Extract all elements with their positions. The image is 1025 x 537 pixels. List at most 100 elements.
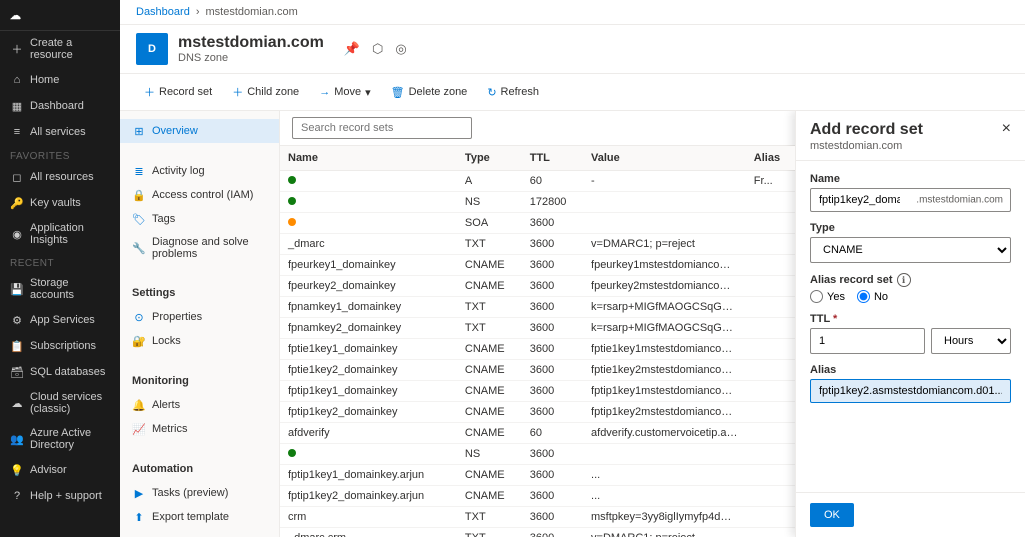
sidebar-item-sql-databases[interactable]: 🗃 SQL databases <box>0 359 120 385</box>
cell-name: fptie1key2_domainkey <box>280 360 457 381</box>
table-row[interactable]: fpnamkey2_domainkey TXT 3600 k=rsarp+MIG… <box>280 318 795 339</box>
nav-item-properties[interactable]: ⊙ Properties <box>120 305 279 329</box>
cell-type: CNAME <box>457 423 522 444</box>
move-button[interactable]: → Move ▾ <box>311 82 378 103</box>
record-name: fptip1key1_domainkey <box>288 385 397 397</box>
table-row[interactable]: crm TXT 3600 msftpkey=3yy8iglIymyfp4dwsq… <box>280 507 795 528</box>
nav-item-overview[interactable]: ⊞ Overview <box>120 119 279 143</box>
table-row[interactable]: fpnamkey1_domainkey TXT 3600 k=rsarp+MIG… <box>280 297 795 318</box>
search-records-input[interactable] <box>292 117 472 139</box>
cell-value: fptie1key1mstestdomiancom.d0... <box>583 339 746 360</box>
cell-type: SOA <box>457 213 522 234</box>
sidebar-item-subscriptions[interactable]: 📋 Subscriptions <box>0 333 120 359</box>
table-row[interactable]: fptie1key2_domainkey CNAME 3600 fptie1ke… <box>280 360 795 381</box>
table-row[interactable]: fpeurkey1_domainkey CNAME 3600 fpeurkey1… <box>280 255 795 276</box>
overview-icon: ⊞ <box>132 124 146 138</box>
alias-record-set-group: Alias record set ℹ Yes No <box>810 273 1011 303</box>
content-area: ⊞ Overview ≣ Activity log 🔒 Access contr… <box>120 111 1025 537</box>
left-nav: ⊞ Overview ≣ Activity log 🔒 Access contr… <box>120 111 280 537</box>
table-row[interactable]: fptip1key2_domainkey.arjun CNAME 3600 ..… <box>280 486 795 507</box>
alias-no-radio[interactable]: No <box>857 290 888 303</box>
cell-alias <box>746 234 795 255</box>
child-zone-button[interactable]: ＋ Child zone <box>224 80 307 104</box>
table-row[interactable]: afdverify CNAME 60 afdverify.customervoi… <box>280 423 795 444</box>
sidebar-item-help[interactable]: ? Help + support <box>0 483 120 509</box>
alias-info-icon[interactable]: ℹ <box>897 273 911 287</box>
pin-button[interactable]: 📌 <box>342 39 362 59</box>
sidebar-item-app-insights[interactable]: ◉ Application Insights <box>0 216 120 252</box>
breadcrumb-dashboard[interactable]: Dashboard <box>136 6 190 18</box>
alias-input[interactable] <box>810 379 1011 403</box>
cell-value: fptip1key1mstestdomiancom.d0... <box>583 381 746 402</box>
cell-ttl: 3600 <box>522 465 583 486</box>
cell-name <box>280 192 457 213</box>
app-services-icon: ⚙ <box>10 313 24 327</box>
sidebar-item-advisor[interactable]: 💡 Advisor <box>0 457 120 483</box>
delete-zone-button[interactable]: 🗑 Delete zone <box>383 82 476 103</box>
ttl-input[interactable] <box>810 328 925 354</box>
nav-item-tasks[interactable]: ▶ Tasks (preview) <box>120 481 279 505</box>
table-row[interactable]: NS 172800 <box>280 192 795 213</box>
table-row[interactable]: _dmarc.crm TXT 3600 v=DMARC1; p=reject <box>280 528 795 537</box>
cell-name: fpnamkey2_domainkey <box>280 318 457 339</box>
share-button[interactable]: ⬡ <box>370 39 385 59</box>
cell-ttl: 172800 <box>522 192 583 213</box>
search-records-bar <box>280 111 795 146</box>
cell-ttl: 3600 <box>522 381 583 402</box>
nav-item-diagnose[interactable]: 🔧 Diagnose and solve problems <box>120 231 279 265</box>
refresh-button[interactable]: ↻ Refresh <box>479 82 547 103</box>
breadcrumb-current: mstestdomian.com <box>206 6 298 18</box>
status-dot <box>288 218 296 226</box>
sidebar-item-cloud-services[interactable]: ☁ Cloud services (classic) <box>0 385 120 421</box>
feedback-button[interactable]: ◎ <box>393 39 408 59</box>
sidebar-item-all-services[interactable]: ≡ All services <box>0 119 120 145</box>
sidebar-item-create[interactable]: ＋ Create a resource <box>0 31 120 67</box>
cell-name <box>280 213 457 234</box>
cell-ttl: 3600 <box>522 276 583 297</box>
type-select[interactable]: CNAME A AAAA CAA MX NS PTR SOA SRV TXT <box>810 237 1011 263</box>
table-row[interactable]: fptip1key1_domainkey CNAME 3600 fptip1ke… <box>280 381 795 402</box>
ttl-field-group: TTL * Seconds Minutes Hours Days <box>810 313 1011 354</box>
nav-item-metrics[interactable]: 📈 Metrics <box>120 417 279 441</box>
table-row[interactable]: fptip1key1_domainkey.arjun CNAME 3600 ..… <box>280 465 795 486</box>
cell-alias <box>746 402 795 423</box>
col-name: Name <box>280 146 457 171</box>
record-name: fpeurkey1_domainkey <box>288 259 396 271</box>
nav-item-export[interactable]: ⬆ Export template <box>120 505 279 529</box>
nav-item-alerts[interactable]: 🔔 Alerts <box>120 393 279 417</box>
ttl-unit-select[interactable]: Seconds Minutes Hours Days <box>931 328 1011 354</box>
cell-value: ... <box>583 465 746 486</box>
storage-icon: 💾 <box>10 282 24 296</box>
table-row[interactable]: NS 3600 <box>280 444 795 465</box>
sidebar-item-dashboard[interactable]: ▦ Dashboard <box>0 93 120 119</box>
table-row[interactable]: _dmarc TXT 3600 v=DMARC1; p=reject <box>280 234 795 255</box>
record-set-button[interactable]: ＋ Record set <box>136 80 220 104</box>
panel-close-button[interactable]: × <box>1002 121 1011 137</box>
ok-button[interactable]: OK <box>810 503 854 527</box>
sidebar-item-app-services[interactable]: ⚙ App Services <box>0 307 120 333</box>
col-alias: Alias <box>746 146 795 171</box>
resource-avatar: D <box>136 33 168 65</box>
table-row[interactable]: fpeurkey2_domainkey CNAME 3600 fpeurkey2… <box>280 276 795 297</box>
sidebar-item-all-resources[interactable]: ◻ All resources <box>0 164 120 190</box>
table-row[interactable]: fptip1key2_domainkey CNAME 3600 fptip1ke… <box>280 402 795 423</box>
sidebar-item-home[interactable]: ⌂ Home <box>0 67 120 93</box>
cell-alias <box>746 528 795 537</box>
nav-item-locks[interactable]: 🔐 Locks <box>120 329 279 353</box>
nav-item-activity-log[interactable]: ≣ Activity log <box>120 159 279 183</box>
cell-alias <box>746 444 795 465</box>
table-row[interactable]: SOA 3600 <box>280 213 795 234</box>
sidebar-item-key-vaults[interactable]: 🔑 Key vaults <box>0 190 120 216</box>
sidebar-item-storage[interactable]: 💾 Storage accounts <box>0 271 120 307</box>
table-row[interactable]: A 60 - Fr... <box>280 171 795 192</box>
nav-item-tags[interactable]: 🏷 Tags <box>120 207 279 231</box>
nav-item-access-control[interactable]: 🔒 Access control (IAM) <box>120 183 279 207</box>
name-input[interactable] <box>810 188 1011 212</box>
all-services-icon: ≡ <box>10 125 24 139</box>
sidebar-item-azure-ad[interactable]: 👥 Azure Active Directory <box>0 421 120 457</box>
cell-value: msftpkey=3yy8iglIymyfp4dwsqys... <box>583 507 746 528</box>
table-row[interactable]: fptie1key1_domainkey CNAME 3600 fptie1ke… <box>280 339 795 360</box>
cloud-services-icon: ☁ <box>10 396 24 410</box>
alias-yes-radio[interactable]: Yes <box>810 290 845 303</box>
type-field-group: Type CNAME A AAAA CAA MX NS PTR SOA SRV … <box>810 222 1011 263</box>
